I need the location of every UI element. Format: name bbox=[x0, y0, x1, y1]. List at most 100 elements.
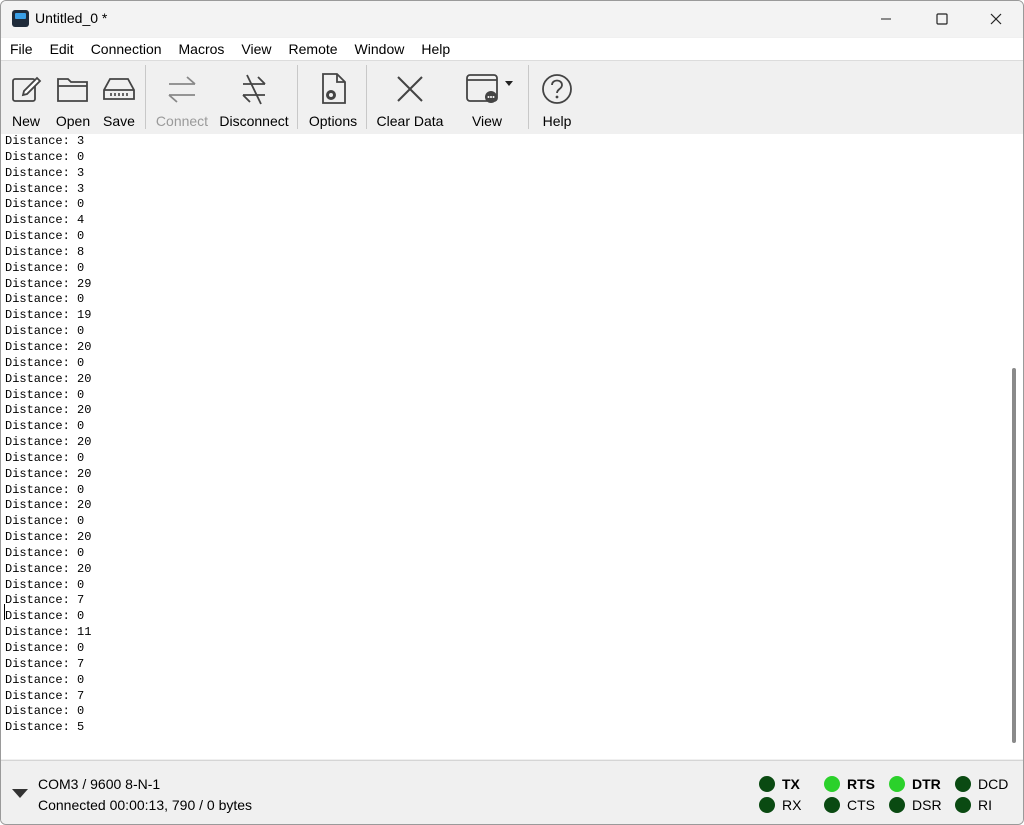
terminal-line: Distance: 20 bbox=[5, 371, 92, 386]
terminal-line: Distance: 0 bbox=[5, 324, 85, 339]
folder-open-icon bbox=[51, 67, 95, 111]
help-button[interactable]: Help bbox=[537, 61, 577, 134]
terminal-line: Distance: 7 bbox=[5, 656, 85, 671]
cts-label: CTS bbox=[847, 797, 875, 813]
open-label: Open bbox=[55, 113, 91, 129]
close-button[interactable] bbox=[973, 1, 1019, 37]
terminal-line: Distance: 29 bbox=[5, 276, 92, 291]
dcd-label: DCD bbox=[978, 776, 1009, 792]
rx-label: RX bbox=[782, 797, 802, 813]
terminal-line: Distance: 0 bbox=[5, 450, 85, 465]
terminal-output[interactable]: Distance: 3 Distance: 0 Distance: 3 Distanc… bbox=[1, 134, 1006, 759]
terminal-line: Distance: 20 bbox=[5, 466, 92, 481]
app-icon bbox=[12, 10, 29, 27]
window-title: Untitled_0 * bbox=[35, 10, 108, 26]
terminal-line: Distance: 20 bbox=[5, 435, 92, 450]
options-label: Options bbox=[308, 113, 358, 129]
terminal-line: Distance: 3 bbox=[5, 165, 85, 180]
options-button[interactable]: Options bbox=[305, 61, 361, 134]
terminal-line: Distance: 0 bbox=[5, 609, 85, 624]
vertical-scrollbar[interactable] bbox=[1006, 134, 1023, 759]
dsr-led bbox=[889, 797, 905, 813]
expand-arrow-icon[interactable] bbox=[12, 789, 28, 798]
menu-edit[interactable]: Edit bbox=[41, 41, 82, 57]
disconnect-button[interactable]: Disconnect bbox=[217, 61, 291, 134]
terminal-line: Distance: 3 bbox=[5, 181, 85, 196]
help-question-icon bbox=[535, 67, 579, 111]
connect-label: Connect bbox=[155, 113, 209, 129]
open-button[interactable]: Open bbox=[52, 61, 94, 134]
app-window: Untitled_0 * File Edit Connection Macros… bbox=[0, 0, 1024, 825]
ri-label: RI bbox=[978, 797, 992, 813]
tx-label: TX bbox=[782, 776, 800, 792]
terminal-line: Distance: 7 bbox=[5, 593, 85, 608]
port-settings: COM3 / 9600 8-N-1 bbox=[38, 776, 161, 792]
clear-data-label: Clear Data bbox=[376, 113, 444, 129]
dtr-led[interactable] bbox=[889, 776, 905, 792]
terminal-line: Distance: 0 bbox=[5, 292, 85, 307]
menu-remote[interactable]: Remote bbox=[280, 41, 346, 57]
terminal-line: Distance: 20 bbox=[5, 498, 92, 513]
connect-button[interactable]: Connect bbox=[154, 61, 210, 134]
close-icon bbox=[990, 13, 1002, 25]
view-label: View bbox=[471, 113, 503, 129]
toolbar-separator bbox=[528, 65, 529, 129]
menu-bar: File Edit Connection Macros View Remote … bbox=[1, 38, 1023, 60]
terminal-line: Distance: 5 bbox=[5, 720, 85, 735]
new-button[interactable]: New bbox=[5, 61, 47, 134]
minimize-button[interactable] bbox=[863, 1, 909, 37]
terminal-line: Distance: 0 bbox=[5, 419, 85, 434]
cts-led bbox=[824, 797, 840, 813]
terminal-line: Distance: 0 bbox=[5, 577, 85, 592]
rts-led[interactable] bbox=[824, 776, 840, 792]
view-window-icon bbox=[459, 67, 515, 111]
terminal-line: Distance: 0 bbox=[5, 482, 85, 497]
menu-help[interactable]: Help bbox=[412, 41, 458, 57]
menu-window[interactable]: Window bbox=[346, 41, 413, 57]
ri-led bbox=[955, 797, 971, 813]
dsr-label: DSR bbox=[912, 797, 942, 813]
connect-arrows-icon bbox=[160, 67, 204, 111]
toolbar-separator bbox=[145, 65, 146, 129]
new-icon bbox=[4, 67, 48, 111]
terminal-line: Distance: 20 bbox=[5, 530, 92, 545]
minimize-icon bbox=[881, 18, 891, 20]
menu-connection[interactable]: Connection bbox=[82, 41, 170, 57]
terminal-line: Distance: 0 bbox=[5, 641, 85, 655]
menu-file[interactable]: File bbox=[1, 41, 41, 57]
rts-label: RTS bbox=[847, 776, 875, 792]
terminal-line: Distance: 3 bbox=[5, 134, 85, 148]
toolbar: New Open Save Connect Disconnect Options… bbox=[1, 60, 1023, 135]
terminal-line: Distance: 8 bbox=[5, 244, 85, 259]
terminal-line: Distance: 20 bbox=[5, 403, 92, 418]
disconnect-icon bbox=[232, 67, 276, 111]
view-button[interactable]: View bbox=[459, 61, 515, 134]
scrollbar-thumb[interactable] bbox=[1012, 368, 1016, 743]
terminal-line: Distance: 7 bbox=[5, 688, 85, 703]
menu-view[interactable]: View bbox=[232, 41, 279, 57]
terminal-line: Distance: 0 bbox=[5, 514, 85, 529]
terminal-line: Distance: 0 bbox=[5, 387, 85, 402]
title-bar: Untitled_0 * bbox=[1, 1, 1023, 37]
clear-x-icon bbox=[388, 67, 432, 111]
menu-macros[interactable]: Macros bbox=[170, 41, 233, 57]
terminal-line: Distance: 0 bbox=[5, 545, 85, 560]
save-button[interactable]: Save bbox=[99, 61, 139, 134]
terminal-line: Distance: 0 bbox=[5, 672, 85, 687]
terminal-line: Distance: 0 bbox=[5, 704, 85, 719]
dcd-led bbox=[955, 776, 971, 792]
new-label: New bbox=[11, 113, 40, 129]
terminal-line: Distance: 0 bbox=[5, 260, 85, 275]
rx-led bbox=[759, 797, 775, 813]
clear-data-button[interactable]: Clear Data bbox=[373, 61, 447, 134]
toolbar-separator bbox=[366, 65, 367, 129]
toolbar-separator bbox=[297, 65, 298, 129]
terminal-line: Distance: 20 bbox=[5, 339, 92, 354]
terminal-line: Distance: 11 bbox=[5, 625, 92, 640]
status-bar: COM3 / 9600 8-N-1 Connected 00:00:13, 79… bbox=[1, 760, 1023, 824]
terminal-line: Distance: 4 bbox=[5, 213, 85, 228]
maximize-button[interactable] bbox=[919, 1, 965, 37]
terminal-line: Distance: 0 bbox=[5, 197, 85, 212]
options-document-gear-icon bbox=[311, 67, 355, 111]
save-label: Save bbox=[103, 113, 135, 129]
